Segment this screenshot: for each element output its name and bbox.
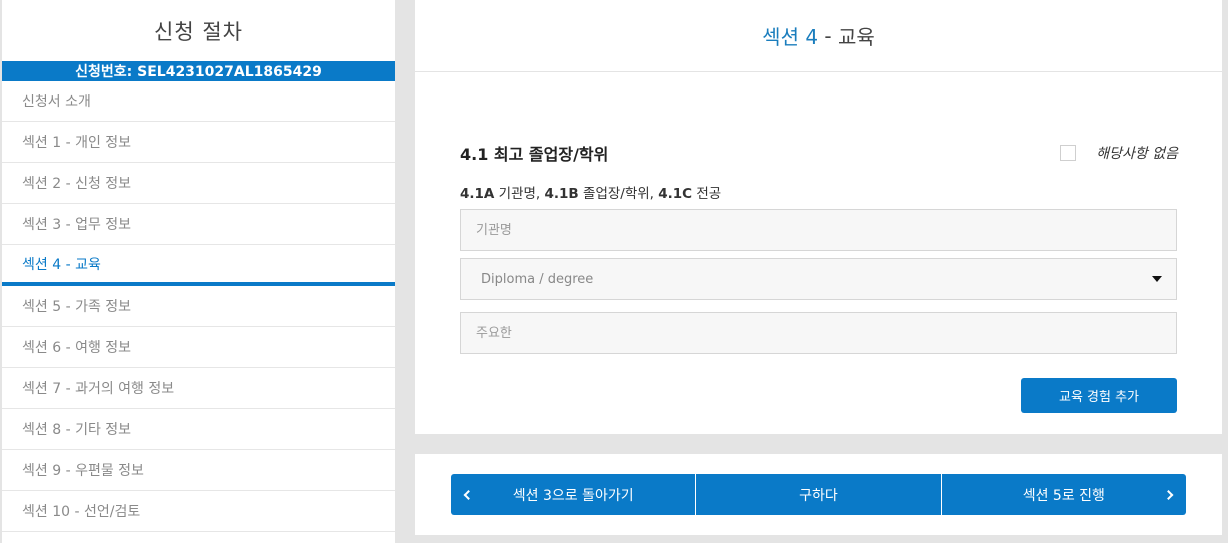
not-applicable-checkbox[interactable] <box>1060 145 1077 161</box>
code-4-1b: 4.1B <box>544 186 579 202</box>
navigation-buttons: 섹션 3으로 돌아가기 구하다 섹션 5로 진행 <box>451 474 1186 515</box>
section-header: 섹션 4 - 교육 <box>415 0 1222 72</box>
sidebar-title: 신청 절차 <box>154 19 243 44</box>
sidebar-item-section-2[interactable]: 섹션 2 - 신청 정보 <box>2 163 395 204</box>
not-applicable-option: 해당사항 없음 <box>1060 143 1178 163</box>
back-button[interactable]: 섹션 3으로 돌아가기 <box>451 474 696 515</box>
section-separator: - <box>818 23 838 48</box>
caret-down-icon <box>1152 276 1162 282</box>
sidebar-item-section-3[interactable]: 섹션 3 - 업무 정보 <box>2 204 395 245</box>
chevron-right-icon <box>1163 489 1174 500</box>
major-input[interactable] <box>460 312 1177 354</box>
sidebar-item-intro[interactable]: 신청서 소개 <box>2 81 395 122</box>
sidebar-item-section-10[interactable]: 섹션 10 - 선언/검토 <box>2 491 395 532</box>
chevron-left-icon <box>463 489 474 500</box>
text-4-1a: 기관명, <box>494 186 545 202</box>
sidebar-item-section-8[interactable]: 섹션 8 - 기타 정보 <box>2 409 395 450</box>
save-button-label: 구하다 <box>799 487 838 504</box>
back-button-label: 섹션 3으로 돌아가기 <box>512 487 634 504</box>
sidebar: 신청 절차 신청번호: SEL4231027AL1865429 신청서 소개 섹… <box>2 0 395 543</box>
education-form: 4.1 최고 졸업장/학위 해당사항 없음 4.1A 기관명, 4.1B 졸업장… <box>415 72 1222 434</box>
sidebar-item-section-5[interactable]: 섹션 5 - 가족 정보 <box>2 286 395 327</box>
application-number: 신청번호: SEL4231027AL1865429 <box>2 61 395 81</box>
degree-select-value: Diploma / degree <box>481 271 594 287</box>
add-education-button[interactable]: 교육 경험 추가 <box>1021 378 1177 413</box>
question-title: 4.1 최고 졸업장/학위 <box>460 145 609 164</box>
next-button-label: 섹션 5로 진행 <box>1022 487 1105 504</box>
next-button[interactable]: 섹션 5로 진행 <box>940 474 1186 515</box>
sidebar-item-section-9[interactable]: 섹션 9 - 우편물 정보 <box>2 450 395 491</box>
section-number: 섹션 4 <box>762 25 819 49</box>
sidebar-item-section-1[interactable]: 섹션 1 - 개인 정보 <box>2 122 395 163</box>
save-button[interactable]: 구하다 <box>695 474 941 515</box>
text-4-1c: 전공 <box>692 186 722 202</box>
degree-select[interactable]: Diploma / degree <box>460 258 1177 300</box>
code-4-1a: 4.1A <box>460 186 495 202</box>
sidebar-item-section-7[interactable]: 섹션 7 - 과거의 여행 정보 <box>2 368 395 409</box>
text-4-1b: 졸업장/학위, <box>578 186 659 202</box>
code-4-1c: 4.1C <box>658 186 693 202</box>
field-description: 4.1A 기관명, 4.1B 졸업장/학위, 4.1C 전공 <box>460 182 721 202</box>
navigation-footer: 섹션 3으로 돌아가기 구하다 섹션 5로 진행 <box>415 454 1222 535</box>
section-name: 교육 <box>838 25 875 49</box>
institution-input[interactable] <box>460 209 1177 251</box>
not-applicable-label: 해당사항 없음 <box>1096 146 1178 162</box>
sidebar-item-section-6[interactable]: 섹션 6 - 여행 정보 <box>2 327 395 368</box>
sidebar-item-section-4[interactable]: 섹션 4 - 교육 <box>2 245 395 286</box>
